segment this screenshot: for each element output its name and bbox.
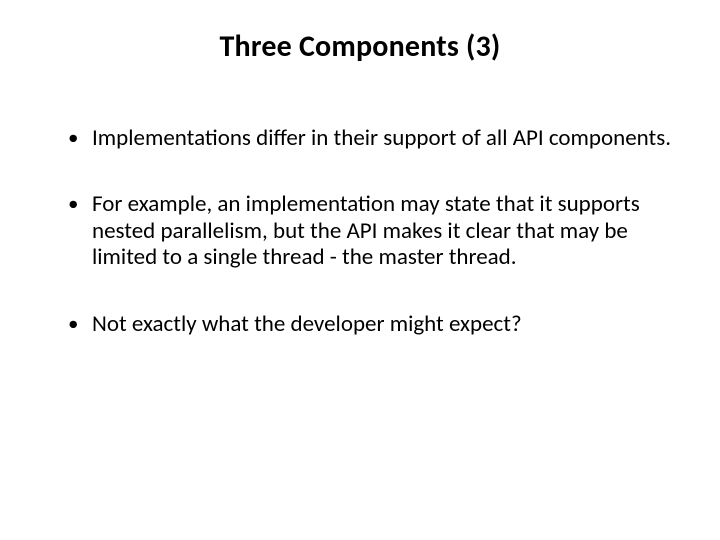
slide-title: Three Components (3) — [48, 28, 672, 65]
bullet-item: For example, an implementation may state… — [68, 191, 672, 270]
bullet-list: Implementations differ in their support … — [48, 125, 672, 337]
bullet-item: Not exactly what the developer might exp… — [68, 311, 672, 337]
slide-container: Three Components (3) Implementations dif… — [0, 0, 720, 540]
slide-content: Implementations differ in their support … — [48, 125, 672, 500]
bullet-item: Implementations differ in their support … — [68, 125, 672, 151]
